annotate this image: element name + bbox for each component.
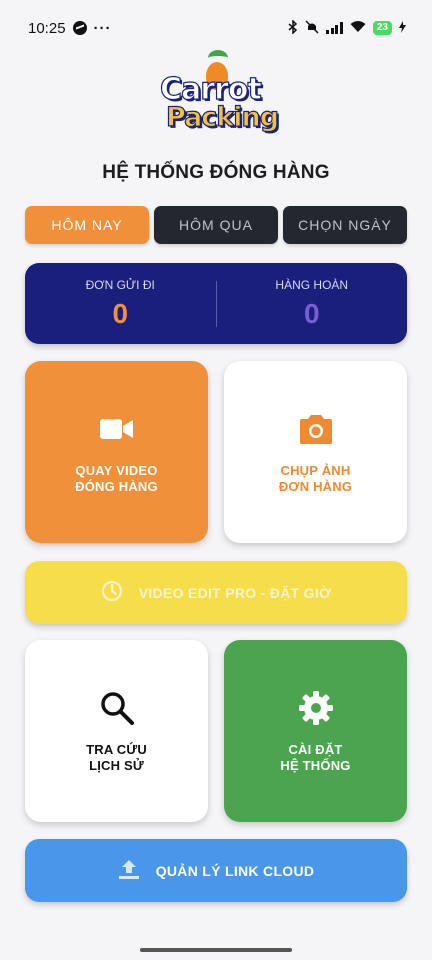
page-title: HỆ THỐNG ĐÓNG HÀNG	[102, 162, 330, 183]
gear-icon	[298, 688, 334, 728]
status-bar: 10:25 ··· 23	[0, 0, 432, 56]
system-settings-label-line2: HỆ THỐNG	[280, 758, 351, 773]
home-indicator[interactable]	[140, 948, 292, 952]
record-video-label: QUAY VIDEO ĐÓNG HÀNG	[75, 463, 158, 495]
status-right: 23	[288, 18, 406, 37]
video-edit-pro-button[interactable]: VIDEO EDIT PRO - ĐẶT GIỜ	[25, 561, 407, 624]
take-photo-label-line2: ĐƠN HÀNG	[278, 479, 353, 494]
tab-pick-date[interactable]: CHỌN NGÀY	[283, 206, 407, 244]
record-video-button[interactable]: QUAY VIDEO ĐÓNG HÀNG	[25, 361, 208, 543]
cloud-link-button[interactable]: QUẢN LÝ LINK CLOUD	[25, 839, 407, 902]
carrot-packing-logo: Carrot Packing	[159, 50, 280, 138]
stats-card: ĐƠN GỬI ĐI 0 HÀNG HOÀN 0	[25, 263, 407, 344]
battery-level: 23	[372, 21, 392, 35]
system-settings-label: CÀI ĐẶT HỆ THỐNG	[280, 742, 350, 774]
take-photo-label: CHỤP ẢNH ĐƠN HÀNG	[279, 463, 352, 495]
tab-today[interactable]: HÔM NAY	[25, 206, 149, 244]
status-time: 10:25	[28, 19, 66, 37]
search-icon	[100, 688, 134, 728]
record-video-label-line2: ĐÓNG HÀNG	[75, 479, 158, 494]
logo-text-packing: Packing	[165, 101, 279, 133]
video-edit-pro-label: VIDEO EDIT PRO - ĐẶT GIỜ	[138, 584, 332, 601]
take-photo-label-line1: CHỤP ẢNH	[280, 463, 351, 478]
stat-returned-value: 0	[303, 297, 320, 329]
upload-icon	[118, 859, 140, 882]
bluetooth-icon	[288, 18, 298, 37]
search-history-label-line1: TRA CỨU	[86, 742, 147, 757]
search-history-label-line2: LỊCH SỬ	[89, 758, 144, 773]
signal-icon	[326, 22, 343, 34]
clock-icon	[101, 580, 123, 605]
cloud-link-label: QUẢN LÝ LINK CLOUD	[155, 862, 315, 879]
mute-icon	[305, 19, 319, 37]
stat-returned: HÀNG HOÀN 0	[217, 278, 408, 330]
stat-returned-label: HÀNG HOÀN	[275, 277, 349, 292]
search-history-label: TRA CỨU LỊCH SỬ	[86, 742, 147, 774]
record-video-label-line1: QUAY VIDEO	[75, 463, 158, 478]
system-settings-label-line1: CÀI ĐẶT	[288, 742, 343, 757]
status-left: 10:25 ···	[28, 20, 112, 37]
search-history-button[interactable]: TRA CỨU LỊCH SỬ	[25, 640, 208, 822]
messenger-icon	[72, 21, 87, 35]
charging-icon	[399, 20, 406, 36]
system-settings-button[interactable]: CÀI ĐẶT HỆ THỐNG	[224, 640, 407, 822]
camera-icon	[298, 409, 334, 449]
tab-yesterday[interactable]: HÔM QUA	[154, 206, 278, 244]
videocam-icon	[99, 409, 134, 449]
stat-sent-label: ĐƠN GỬI ĐI	[85, 277, 155, 292]
date-tabs: HÔM NAY HÔM QUA CHỌN NGÀY	[25, 206, 407, 244]
stat-sent: ĐƠN GỬI ĐI 0	[25, 278, 216, 330]
stat-sent-value: 0	[112, 297, 129, 329]
more-notifications-icon: ···	[93, 19, 112, 37]
take-photo-button[interactable]: CHỤP ẢNH ĐƠN HÀNG	[224, 361, 407, 543]
wifi-icon	[350, 20, 366, 36]
